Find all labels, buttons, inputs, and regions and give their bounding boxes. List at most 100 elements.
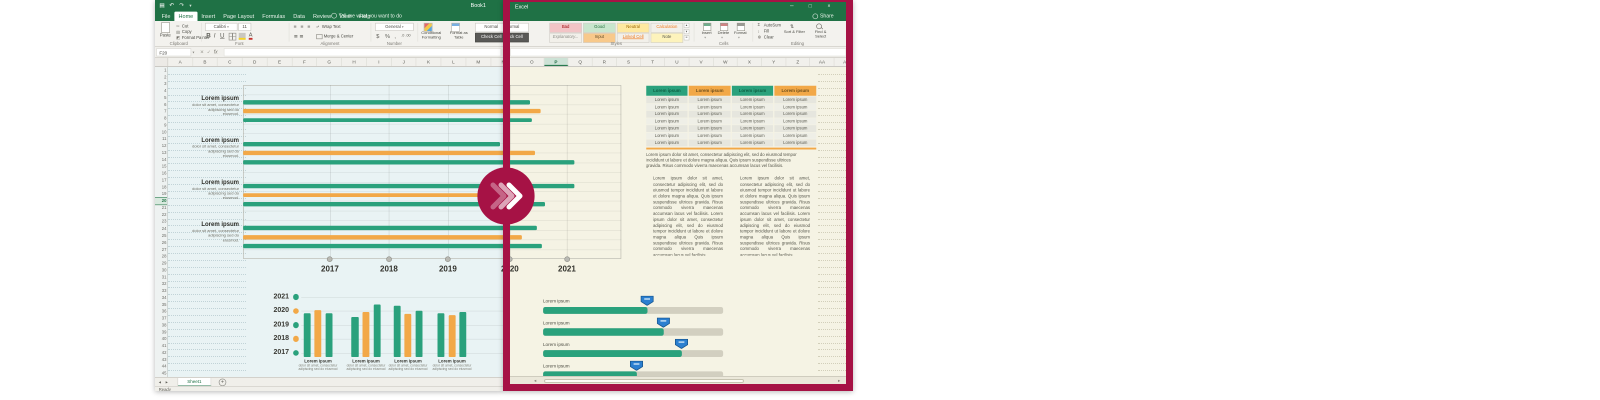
sheet-nav-left-icon[interactable]: ◂ [159, 380, 161, 385]
row-header-2[interactable]: 2 [155, 74, 168, 81]
row-header-38[interactable]: 38 [155, 322, 168, 329]
find-select-button[interactable]: Find & Select [810, 30, 831, 38]
row-header-10[interactable]: 10 [155, 129, 168, 136]
row-header-43[interactable]: 43 [155, 356, 168, 363]
column-header-P[interactable]: P [544, 58, 568, 66]
row-header-39[interactable]: 39 [155, 329, 168, 336]
style-chip-neutral[interactable]: Neutral [617, 23, 650, 33]
row-header-7[interactable]: 7 [155, 108, 168, 115]
column-header-M[interactable]: M [466, 58, 491, 66]
tell-me-box[interactable]: Tell me what you want to do [339, 13, 402, 19]
scrollbar-thumb[interactable] [544, 379, 744, 384]
column-header-T[interactable]: T [641, 58, 665, 66]
gallery-more-icon[interactable]: ≡ [684, 35, 690, 40]
tab-home[interactable]: Home [174, 12, 197, 21]
row-header-40[interactable]: 40 [155, 336, 168, 343]
redo-icon[interactable]: ↷ [179, 2, 184, 9]
column-header-G[interactable]: G [317, 58, 342, 66]
maximize-icon[interactable]: □ [809, 3, 812, 9]
row-header-5[interactable]: 5 [155, 95, 168, 102]
style-chip-bad[interactable]: Bad [549, 23, 582, 33]
row-header-15[interactable]: 15 [155, 163, 168, 170]
column-header-Q[interactable]: Q [568, 58, 592, 66]
insert-button[interactable]: Insert▾ [699, 23, 715, 42]
font-color-icon[interactable]: A [249, 32, 253, 40]
sheet-nav-right-icon[interactable]: ▸ [166, 380, 168, 385]
yearly-column-chart[interactable]: 20212020201920182017Lorem ipsumdolor sit… [260, 289, 503, 377]
row-header-41[interactable]: 41 [155, 343, 168, 350]
column-header-I[interactable]: I [367, 58, 392, 66]
percent-icon[interactable]: % [385, 33, 390, 39]
column-header-E[interactable]: E [267, 58, 292, 66]
column-header-X[interactable]: X [738, 58, 762, 66]
row-header-30[interactable]: 30 [155, 267, 168, 274]
row-header-26[interactable]: 26 [155, 239, 168, 246]
column-header-F[interactable]: F [292, 58, 317, 66]
format-button[interactable]: Format▾ [733, 23, 749, 42]
row-header-24[interactable]: 24 [155, 225, 168, 232]
yearly-column-chart[interactable]: 20212020201920182017Lorem ipsumdolor sit… [510, 289, 515, 376]
sheet-tab-sheet1[interactable]: Sheet1 [178, 378, 212, 386]
row-header-37[interactable]: 37 [155, 315, 168, 322]
fx-icon[interactable]: fx [214, 49, 218, 55]
column-header-C[interactable]: C [218, 58, 243, 66]
column-header-V[interactable]: V [689, 58, 713, 66]
row-header-17[interactable]: 17 [155, 177, 168, 184]
row-header-8[interactable]: 8 [155, 115, 168, 122]
autosum-button[interactable]: ΣAutoSum [758, 23, 786, 29]
comma-icon[interactable]: , [394, 33, 396, 39]
name-box[interactable]: F20 [156, 48, 191, 56]
horizontal-scrollbar[interactable]: ◂ ▸ [510, 376, 846, 384]
row-header-12[interactable]: 12 [155, 143, 168, 150]
column-header-A[interactable]: A [168, 58, 193, 66]
row-header-33[interactable]: 33 [155, 287, 168, 294]
style-chip-normal[interactable]: Normal [510, 23, 529, 32]
formula-input[interactable] [224, 48, 502, 56]
row-header-13[interactable]: 13 [155, 150, 168, 157]
tab-formulas[interactable]: Formulas [258, 12, 289, 21]
enter-icon[interactable]: ✓ [207, 49, 211, 55]
indent-icons[interactable]: ≣ ≣ [294, 34, 304, 40]
font-name-select[interactable]: Calibri ▾ [205, 23, 238, 31]
save-icon[interactable]: ▤ [159, 2, 164, 9]
style-chip-normal[interactable]: Normal [475, 23, 503, 32]
style-chip-calculation[interactable]: Calculation [651, 23, 684, 33]
row-header-44[interactable]: 44 [155, 363, 168, 370]
borders-icon[interactable] [229, 33, 237, 41]
row-header-42[interactable]: 42 [155, 349, 168, 356]
row-header-20[interactable]: 20 [155, 198, 168, 205]
gallery-scroll-down-icon[interactable]: ▾ [684, 29, 689, 34]
row-header-21[interactable]: 21 [155, 205, 168, 212]
fill-button[interactable]: ↓Fill [758, 29, 786, 35]
row-header-25[interactable]: 25 [155, 232, 168, 239]
row-header-3[interactable]: 3 [155, 81, 168, 88]
column-header-Z[interactable]: Z [786, 58, 810, 66]
row-header-4[interactable]: 4 [155, 88, 168, 95]
clear-button[interactable]: ⊗Clear [758, 35, 786, 41]
row-header-45[interactable]: 45 [155, 370, 168, 377]
chevron-down-icon[interactable]: ▾ [193, 50, 195, 54]
row-header-1[interactable]: 1 [155, 67, 168, 74]
column-header-U[interactable]: U [665, 58, 689, 66]
qat-customize-icon[interactable]: ▾ [189, 3, 191, 8]
column-header-B[interactable]: B [193, 58, 218, 66]
conditional-formatting-button[interactable]: Conditional Formatting [418, 32, 446, 40]
row-header-22[interactable]: 22 [155, 212, 168, 219]
column-header-AB[interactable]: AB [834, 58, 846, 66]
row-header-11[interactable]: 11 [155, 136, 168, 143]
sheet-viewport-right[interactable]: 20172018201920202021Lorem ipsumdolor sit… [510, 67, 846, 376]
fill-color-icon[interactable] [239, 33, 246, 40]
column-header-R[interactable]: R [593, 58, 617, 66]
row-header-14[interactable]: 14 [155, 157, 168, 164]
progress-chart[interactable]: Lorem ipsumLorem ipsumLorem ipsumLorem i… [539, 292, 729, 376]
style-chip-explanatory[interactable]: Explanatory... [549, 33, 582, 43]
decimal-icons[interactable]: .0 .00 [401, 34, 410, 38]
close-icon[interactable]: × [828, 3, 831, 9]
column-header-H[interactable]: H [342, 58, 367, 66]
row-header-27[interactable]: 27 [155, 246, 168, 253]
minimize-icon[interactable]: ─ [790, 3, 794, 9]
tab-file[interactable]: File [158, 12, 175, 21]
undo-icon[interactable]: ↶ [169, 2, 174, 9]
tab-insert[interactable]: Insert [197, 12, 219, 21]
number-format-select[interactable]: General ▾ [375, 23, 414, 31]
